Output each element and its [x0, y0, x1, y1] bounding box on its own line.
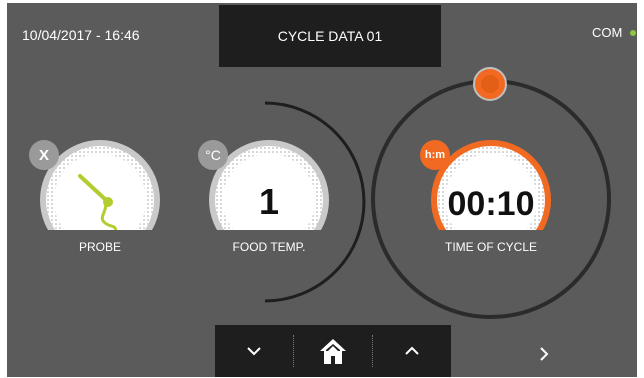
- time-of-cycle-value: 00:10: [447, 185, 535, 223]
- time-of-cycle-label: TIME OF CYCLE: [444, 240, 537, 254]
- chevron-down-icon: [247, 347, 261, 356]
- time-unit-badge: h:m: [420, 140, 450, 170]
- chevron-right-icon: [540, 347, 549, 361]
- home-icon: [320, 339, 346, 364]
- food-temp-label: FOOD TEMP.: [232, 240, 306, 254]
- home-button[interactable]: [294, 325, 372, 377]
- scroll-down-button[interactable]: [215, 325, 293, 377]
- oven-screen: 10/04/2017 - 16:46 CYCLE DATA 01 COM X P…: [7, 3, 637, 377]
- food-temp-unit-badge: °C: [198, 140, 228, 170]
- next-page-button[interactable]: [533, 343, 555, 365]
- bottom-nav: [215, 325, 451, 377]
- food-temp-value: 1: [258, 181, 280, 222]
- scroll-up-button[interactable]: [373, 325, 451, 377]
- probe-label: PROBE: [78, 240, 121, 254]
- chevron-up-icon: [405, 346, 419, 355]
- time-dial-knob[interactable]: [473, 67, 507, 101]
- probe-badge: X: [29, 140, 59, 170]
